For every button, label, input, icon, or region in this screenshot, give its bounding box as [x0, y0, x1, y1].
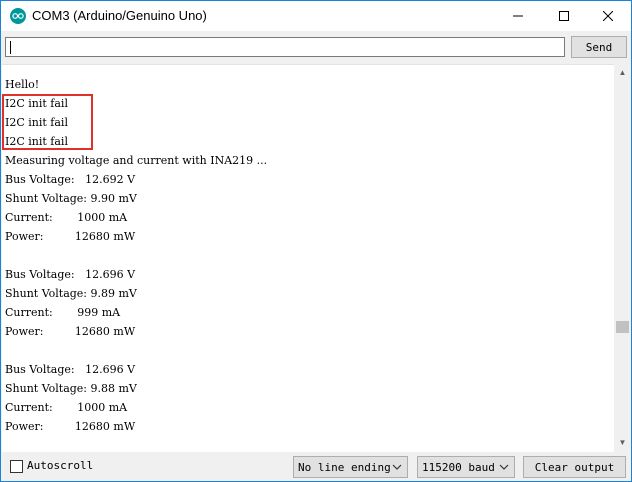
output-line: Hello!	[5, 78, 40, 91]
output-line: Bus Voltage: 12.696 V	[5, 363, 136, 376]
send-button[interactable]: Send	[571, 36, 627, 58]
output-line: Shunt Voltage: 9.88 mV	[5, 382, 137, 395]
scroll-down-icon[interactable]: ▼	[614, 434, 631, 451]
output-line: Shunt Voltage: 9.90 mV	[5, 192, 137, 205]
serial-output[interactable]: Hello! I2C init fail I2C init fail I2C i…	[2, 64, 614, 452]
arduino-icon	[10, 8, 26, 24]
text-caret	[10, 41, 11, 54]
scrollbar-thumb[interactable]	[616, 321, 629, 333]
chevron-down-icon	[499, 464, 509, 470]
output-line: Current: 1000 mA	[5, 211, 128, 224]
output-line: Power: 12680 mW	[5, 325, 136, 338]
line-ending-value: No line ending	[298, 460, 391, 474]
error-highlight-box	[2, 94, 93, 150]
title-bar: COM3 (Arduino/Genuino Uno)	[1, 1, 631, 31]
window-title: COM3 (Arduino/Genuino Uno)	[32, 8, 207, 23]
autoscroll-label: Autoscroll	[27, 459, 94, 472]
output-line: Current: 999 mA	[5, 306, 121, 319]
serial-monitor-window: COM3 (Arduino/Genuino Uno) Send Hello! I…	[0, 0, 632, 482]
output-line: Bus Voltage: 12.692 V	[5, 173, 136, 186]
maximize-button[interactable]	[541, 1, 587, 31]
status-bar: Autoscroll No line ending 115200 baud Cl…	[1, 452, 631, 481]
output-line: Current: 1000 mA	[5, 401, 128, 414]
output-line: Bus Voltage: 12.696 V	[5, 268, 136, 281]
clear-output-button[interactable]: Clear output	[523, 456, 626, 478]
line-ending-select[interactable]: No line ending	[293, 456, 408, 478]
maximize-icon	[559, 11, 569, 21]
close-icon	[603, 11, 613, 21]
output-line: Power: 12680 mW	[5, 420, 136, 433]
send-toolbar: Send	[1, 31, 631, 63]
baud-rate-select[interactable]: 115200 baud	[417, 456, 515, 478]
close-button[interactable]	[585, 1, 631, 31]
minimize-button[interactable]	[495, 1, 541, 31]
output-line: Shunt Voltage: 9.89 mV	[5, 287, 137, 300]
chevron-down-icon	[392, 464, 402, 470]
vertical-scrollbar[interactable]: ▲ ▼	[614, 64, 631, 451]
minimize-icon	[513, 15, 523, 17]
output-line: Power: 12680 mW	[5, 230, 136, 243]
baud-rate-value: 115200 baud	[422, 460, 495, 474]
autoscroll-checkbox[interactable]	[10, 460, 23, 473]
scroll-up-icon[interactable]: ▲	[614, 64, 631, 81]
output-line: Measuring voltage and current with INA21…	[5, 154, 268, 167]
send-input[interactable]	[5, 37, 565, 57]
